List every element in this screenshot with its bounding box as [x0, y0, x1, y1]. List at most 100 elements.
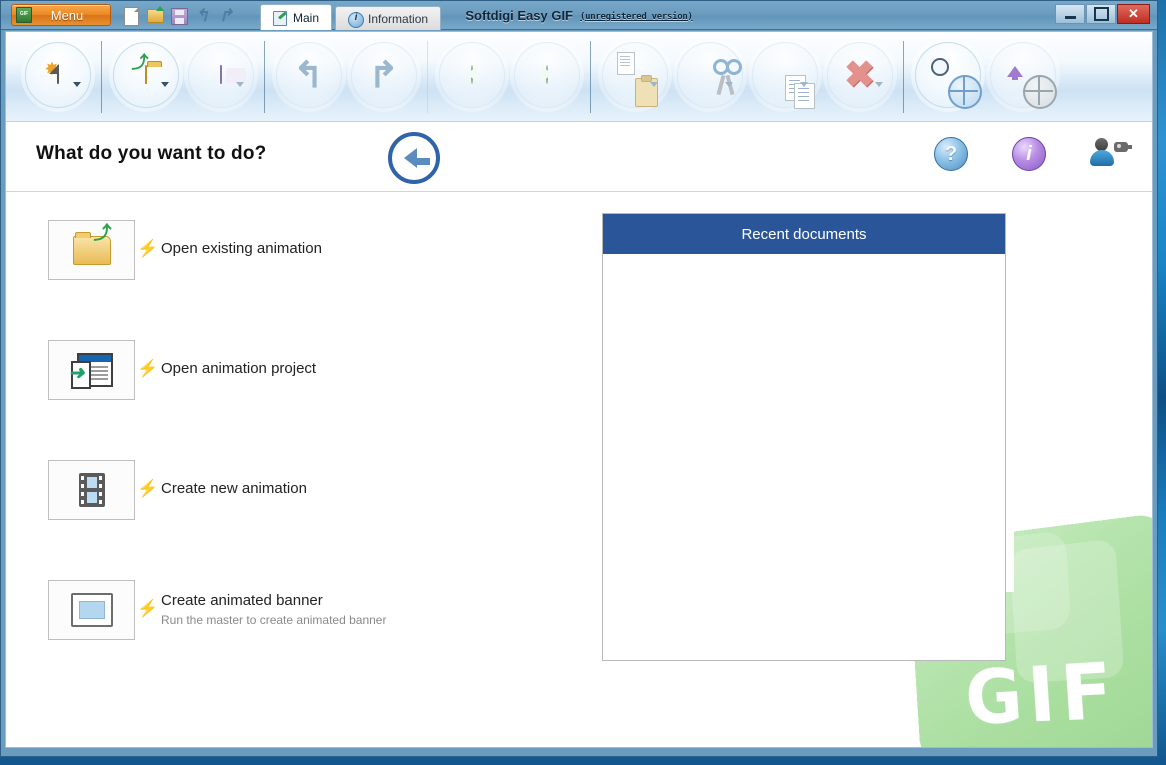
toolbar-separator: [590, 40, 591, 113]
application-window: Softdigi Easy GIF (unregistered version)…: [0, 0, 1158, 757]
open-button[interactable]: ⤴: [108, 38, 183, 116]
lightning-bolt-icon: ⚡: [137, 599, 159, 618]
ribbon-tabs: Main Information: [260, 4, 442, 30]
maximize-button[interactable]: [1086, 4, 1116, 24]
save-icon[interactable]: [169, 6, 188, 25]
back-arrow-icon: [403, 148, 417, 168]
preview-browser-button[interactable]: [910, 38, 985, 116]
page-title: What do you want to do?: [36, 143, 267, 164]
action-title: Open animation project: [161, 360, 317, 377]
action-text: Open existing animation: [161, 220, 322, 278]
action-icon-tile: ➜: [48, 340, 135, 400]
new-page-star-icon: ✸: [45, 60, 60, 84]
app-root: Softdigi Easy GIF (unregistered version)…: [0, 0, 1166, 765]
action-create-animated-banner[interactable]: ⚡ Create animated banner Run the master …: [48, 580, 568, 700]
action-list: ⤴ ⚡ Open existing animation ➜ ⚡ Open ani…: [48, 220, 568, 700]
recent-documents-panel: Recent documents: [602, 213, 1006, 661]
delete-button[interactable]: ✖: [822, 38, 897, 116]
action-text: Create new animation: [161, 460, 307, 518]
chevron-down-icon[interactable]: [800, 81, 808, 87]
chevron-down-icon[interactable]: [73, 81, 81, 87]
lightning-bolt-icon: ⚡: [137, 239, 159, 258]
close-button[interactable]: ✕: [1117, 4, 1150, 24]
back-arrow-button[interactable]: [388, 132, 440, 184]
window-title-text: Softdigi Easy GIF: [465, 8, 573, 23]
info-tab-icon: [348, 11, 365, 28]
tab-main[interactable]: Main: [260, 4, 333, 30]
main-content: What do you want to do? ? i GIF ⤴ ⚡ Open…: [6, 123, 1152, 747]
redo-button[interactable]: ↱: [346, 38, 421, 116]
menu-button-label: Menu: [50, 7, 84, 23]
action-title: Create animated banner: [161, 592, 323, 609]
green-right-arrow-icon: [545, 64, 548, 84]
toolbar-separator: [264, 40, 265, 113]
chevron-down-icon[interactable]: [650, 81, 658, 87]
quick-access-toolbar: ↰ ↱: [121, 5, 235, 26]
chevron-down-icon[interactable]: [161, 81, 169, 87]
action-subtitle: Run the master to create animated banner: [161, 613, 387, 628]
action-open-animation-project[interactable]: ➜ ⚡ Open animation project: [48, 340, 568, 460]
action-title: Open existing animation: [161, 240, 322, 257]
paste-button[interactable]: [597, 38, 672, 116]
new-animation-button[interactable]: ✸: [20, 38, 95, 116]
undo-arrow-icon: ↰: [293, 53, 324, 95]
action-open-existing-animation[interactable]: ⤴ ⚡ Open existing animation: [48, 220, 568, 340]
new-file-icon[interactable]: [121, 6, 139, 26]
toolbar-separator: [101, 40, 102, 113]
action-icon-tile: [48, 460, 135, 520]
next-frame-button[interactable]: [509, 38, 584, 116]
project-window-icon: ➜: [69, 353, 113, 389]
open-folder-icon: ⤴: [72, 224, 112, 265]
tab-main-label: Main: [293, 10, 320, 25]
lightning-bolt-icon: ⚡: [137, 359, 159, 378]
action-title: Create new animation: [161, 480, 307, 497]
floppy-save-icon: [219, 64, 222, 84]
chevron-down-icon[interactable]: [725, 81, 733, 87]
help-icon[interactable]: [934, 137, 968, 171]
action-text: Create animated banner Run the master to…: [161, 580, 386, 627]
about-info-icon[interactable]: [1012, 137, 1046, 171]
toolbar-separator: [427, 40, 428, 113]
banner-rectangle-icon: [70, 593, 113, 627]
action-text: Open animation project: [161, 340, 316, 398]
minimize-button[interactable]: [1055, 4, 1085, 24]
redo-icon[interactable]: ↱: [217, 6, 235, 25]
action-icon-tile: [48, 580, 135, 640]
window-client-area: ✸ ⤴ ↰ ↱ ✖ What do you want to do? ? i GI…: [5, 31, 1153, 748]
film-strip-icon: [78, 473, 105, 507]
header-icon-group: [934, 137, 1132, 171]
gif-logo-icon: [16, 7, 32, 23]
action-icon-tile: ⤴: [48, 220, 135, 280]
open-folder-icon: ⤴: [132, 54, 149, 84]
recent-documents-list[interactable]: [603, 254, 1005, 660]
lightning-bolt-icon: ⚡: [137, 479, 159, 498]
ribbon-toolbar: ✸ ⤴ ↰ ↱ ✖: [6, 32, 1152, 122]
back-arrow-bar: [416, 158, 430, 165]
action-create-new-animation[interactable]: ⚡ Create new animation: [48, 460, 568, 580]
open-folder-icon[interactable]: [145, 6, 164, 25]
redo-arrow-icon: ↱: [368, 53, 399, 95]
save-button[interactable]: [183, 38, 258, 116]
title-bar: Softdigi Easy GIF (unregistered version)…: [1, 1, 1157, 30]
copy-button[interactable]: [747, 38, 822, 116]
tab-information-label: Information: [368, 11, 429, 26]
undo-icon[interactable]: ↰: [193, 6, 211, 25]
window-controls: ✕: [1055, 4, 1150, 24]
publish-web-button[interactable]: [985, 38, 1060, 116]
chevron-down-icon[interactable]: [236, 81, 244, 87]
undo-button[interactable]: ↰: [271, 38, 346, 116]
previous-frame-button[interactable]: [434, 38, 509, 116]
content-header: What do you want to do?: [6, 123, 1152, 192]
toolbar-separator: [903, 40, 904, 113]
unregistered-label: (unregistered version): [580, 11, 693, 22]
chevron-down-icon[interactable]: [875, 81, 883, 87]
recent-documents-header: Recent documents: [603, 214, 1005, 254]
green-left-arrow-icon: [470, 64, 473, 84]
cut-button[interactable]: [672, 38, 747, 116]
tab-information[interactable]: Information: [335, 6, 442, 30]
red-x-icon: ✖: [843, 53, 875, 95]
content-body: GIF ⤴ ⚡ Open existing animation ➜ ⚡ Open…: [6, 192, 1152, 747]
menu-button[interactable]: Menu: [11, 4, 111, 26]
main-tab-icon: [273, 10, 288, 26]
register-user-key-icon[interactable]: [1090, 138, 1132, 170]
